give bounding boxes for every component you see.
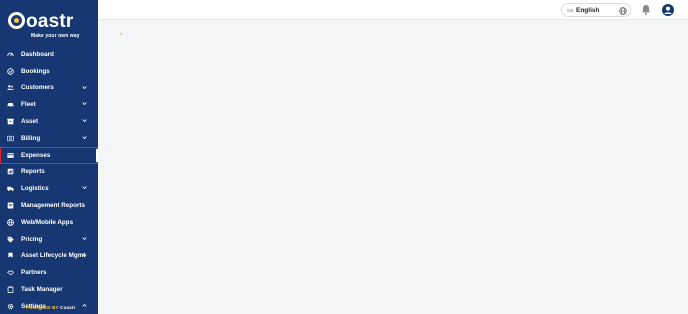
powered-by-label: POWERED BY Coastr <box>26 305 76 310</box>
chevron-down-icon[interactable] <box>82 185 87 190</box>
sidebar-item-dashboard[interactable]: Dashboard <box>0 46 98 63</box>
logo-mark-icon <box>8 12 25 29</box>
sidebar-item-fleet[interactable]: Fleet <box>0 96 98 113</box>
billing-icon <box>7 135 14 142</box>
sidebar-item-label: Billing <box>21 134 41 142</box>
sidebar-item-label: Logistics <box>21 185 49 193</box>
sidebar-item-partners[interactable]: Partners <box>0 264 98 281</box>
chevron-down-icon[interactable] <box>82 253 87 258</box>
logo-tagline: Make your own way <box>31 33 80 39</box>
language-selector[interactable]: GB English <box>561 3 631 17</box>
chevron-up-icon[interactable] <box>82 303 87 308</box>
expenses-icon <box>7 152 14 159</box>
chevron-down-icon[interactable] <box>82 135 87 140</box>
sidebar: oastr Make your own way Dashboard Booking… <box>0 0 98 314</box>
sidebar-item-billing[interactable]: Billing <box>0 130 98 147</box>
partners-icon <box>7 269 14 276</box>
customers-icon <box>7 84 14 91</box>
sidebar-item-asset[interactable]: Asset <box>0 113 98 130</box>
logo-text: oastr <box>26 11 74 32</box>
sidebar-item-label: Management Reports <box>21 202 86 210</box>
sidebar-item-customers[interactable]: Customers <box>0 80 98 97</box>
sidebar-item-asset-lifecycle-mgmt[interactable]: Asset Lifecycle Mgmt <box>0 248 98 265</box>
logistics-icon <box>7 185 14 192</box>
lifecycle-icon <box>7 252 14 259</box>
language-name: English <box>576 6 600 14</box>
chevron-down-icon[interactable] <box>82 236 87 241</box>
sidebar-item-label: Fleet <box>21 101 36 109</box>
gear-icon <box>7 303 14 310</box>
sidebar-item-label: Pricing <box>21 235 43 243</box>
sidebar-item-logistics[interactable]: Logistics <box>0 180 98 197</box>
sidebar-item-task-manager[interactable]: Task Manager <box>0 281 98 298</box>
sidebar-item-label: Task Manager <box>21 286 63 294</box>
fleet-icon <box>7 101 14 108</box>
sidebar-item-management-reports[interactable]: Management Reports <box>0 197 98 214</box>
bell-icon[interactable] <box>641 4 651 15</box>
sidebar-nav: Dashboard Bookings Customers Fleet Asset Bill… <box>0 46 98 314</box>
sidebar-item-label: Dashboard <box>21 50 54 58</box>
sidebar-item-pricing[interactable]: Pricing <box>0 231 98 248</box>
chevron-down-icon[interactable] <box>82 118 87 123</box>
top-bar: GB English <box>98 0 688 20</box>
sidebar-item-label: Asset <box>21 118 39 126</box>
sidebar-item-bookings[interactable]: Bookings <box>0 63 98 80</box>
asset-icon <box>7 118 14 125</box>
management-reports-icon <box>7 202 14 209</box>
loading-indicator <box>120 33 122 35</box>
pricing-icon <box>7 236 14 243</box>
dashboard-icon <box>7 51 14 58</box>
sidebar-item-expenses[interactable]: Expenses <box>0 147 98 164</box>
web-mobile-icon <box>7 219 14 226</box>
language-code: GB <box>567 7 574 13</box>
reports-icon <box>7 168 14 175</box>
sidebar-item-label: Bookings <box>21 67 50 75</box>
chevron-down-icon[interactable] <box>82 101 87 106</box>
sidebar-item-web-mobile-apps[interactable]: Web/Mobile Apps <box>0 214 98 231</box>
coastr-logo[interactable]: oastr Make your own way <box>8 11 90 39</box>
sidebar-item-label: Web/Mobile Apps <box>21 218 74 226</box>
bookings-icon <box>7 67 14 75</box>
user-avatar-icon[interactable] <box>662 4 674 16</box>
chevron-down-icon[interactable] <box>82 85 87 90</box>
task-manager-icon <box>7 286 14 294</box>
sidebar-item-reports[interactable]: Reports <box>0 164 98 181</box>
sidebar-item-label: Customers <box>21 84 54 92</box>
globe-icon <box>619 6 627 15</box>
sidebar-item-label: Asset Lifecycle Mgmt <box>21 252 86 260</box>
sidebar-item-label: Expenses <box>21 151 51 159</box>
sidebar-item-label: Partners <box>21 269 47 277</box>
sidebar-item-label: Reports <box>21 168 45 176</box>
